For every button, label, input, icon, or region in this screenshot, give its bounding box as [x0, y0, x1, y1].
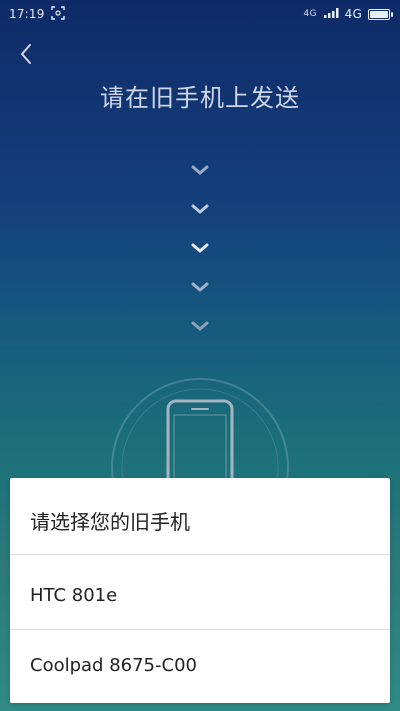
- chevron-down-icon: [188, 318, 212, 334]
- chevron-left-icon: [21, 44, 31, 64]
- status-time: 17:19: [9, 7, 45, 21]
- status-bar: 17:19 4G 4G: [0, 0, 400, 28]
- network-label: 4G: [344, 7, 362, 21]
- sim-label: 4G: [303, 8, 317, 19]
- chevron-down-icon: [188, 162, 212, 178]
- status-left: 17:19: [0, 5, 65, 23]
- back-button[interactable]: [12, 40, 40, 68]
- chevron-down-icon: [188, 240, 212, 256]
- chevron-down-icon: [188, 201, 212, 217]
- sheet-title: 请选择您的旧手机: [30, 510, 190, 534]
- page-title: 请在旧手机上发送: [100, 84, 300, 112]
- option-coolpad-8675-c00[interactable]: Coolpad 8675-C00: [10, 630, 390, 700]
- divider: [10, 554, 390, 555]
- option-label: Coolpad 8675-C00: [30, 654, 197, 676]
- screenshot-icon: [50, 5, 65, 23]
- chevron-down-icon: [188, 279, 212, 295]
- battery-icon: [368, 8, 393, 20]
- option-label: HTC 801e: [30, 584, 118, 606]
- option-htc-801e[interactable]: HTC 801e: [10, 560, 390, 630]
- phone-select-sheet: 请选择您的旧手机 HTC 801e Coolpad 8675-C00: [10, 478, 390, 703]
- signal-icon: [323, 7, 339, 22]
- status-right: 4G 4G: [304, 7, 400, 22]
